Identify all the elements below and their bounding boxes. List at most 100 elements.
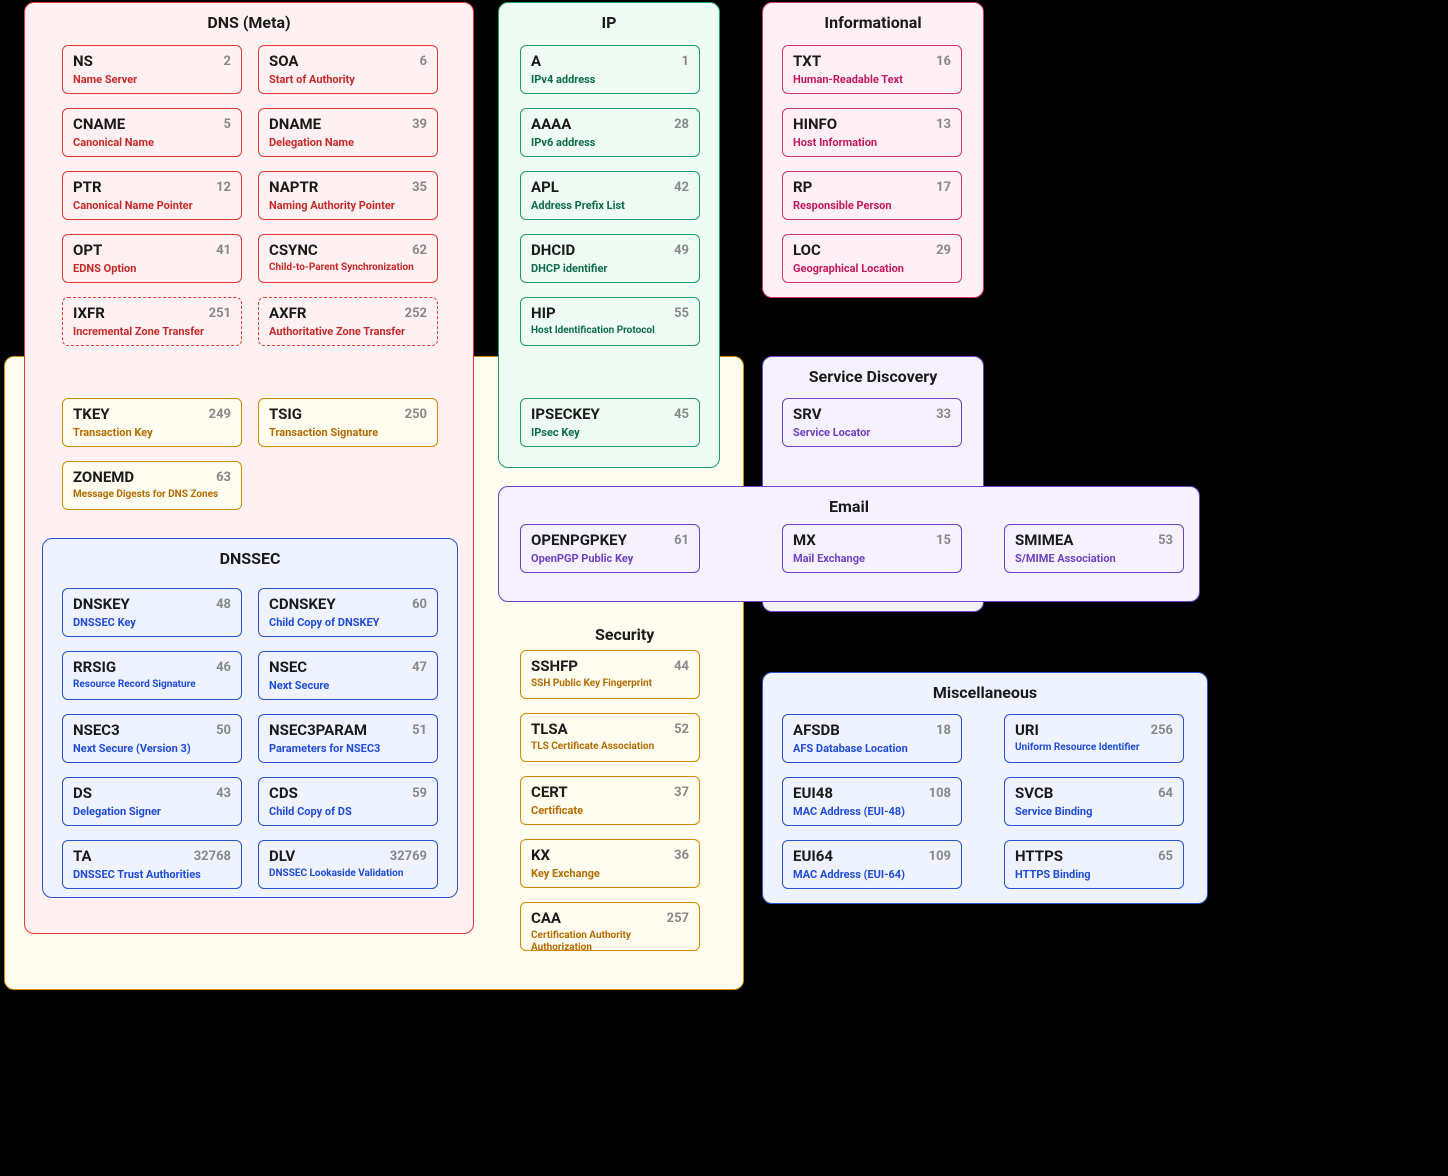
record-cdnskey[interactable]: CDNSKEY60Child Copy of DNSKEY	[258, 588, 438, 637]
record-apl[interactable]: APL42Address Prefix List	[520, 171, 700, 220]
record-axfr[interactable]: AXFR252Authoritative Zone Transfer	[258, 297, 438, 346]
record-desc: HTTPS Binding	[1015, 868, 1173, 881]
record-desc: Resource Record Signature	[73, 679, 231, 691]
record-tlsa[interactable]: TLSA52TLS Certificate Association	[520, 713, 700, 762]
record-id: 65	[1158, 849, 1173, 864]
record-id: 250	[405, 407, 427, 422]
record-id: 63	[216, 470, 231, 485]
record-desc: Child-to-Parent Synchronization	[269, 262, 427, 274]
record-openpgpkey[interactable]: OPENPGPKEY61OpenPGP Public Key	[520, 524, 700, 573]
record-sshfp[interactable]: SSHFP44SSH Public Key Fingerprint	[520, 650, 700, 699]
record-txt[interactable]: TXT16Human-Readable Text	[782, 45, 962, 94]
record-desc: Delegation Name	[269, 136, 427, 149]
record-code: NSEC	[269, 659, 427, 676]
group-title-dnssec: DNSSEC	[43, 539, 457, 568]
record-https[interactable]: HTTPS65HTTPS Binding	[1004, 840, 1184, 889]
record-code: TXT	[793, 53, 951, 70]
record-uri[interactable]: URI256Uniform Resource Identifier	[1004, 714, 1184, 763]
record-csync[interactable]: CSYNC62Child-to-Parent Synchronization	[258, 234, 438, 283]
record-rrsig[interactable]: RRSIG46Resource Record Signature	[62, 651, 242, 700]
record-desc: Child Copy of DNSKEY	[269, 616, 427, 629]
record-desc: Name Server	[73, 73, 231, 86]
record-tsig[interactable]: TSIG250Transaction Signature	[258, 398, 438, 447]
record-desc: SSH Public Key Fingerprint	[531, 678, 689, 690]
record-kx[interactable]: KX36Key Exchange	[520, 839, 700, 888]
record-a[interactable]: A1IPv4 address	[520, 45, 700, 94]
record-desc: S/MIME Association	[1015, 552, 1173, 565]
record-desc: Next Secure	[269, 679, 427, 692]
record-id: 32769	[390, 849, 427, 864]
record-code: OPENPGPKEY	[531, 532, 689, 549]
record-id: 257	[667, 911, 689, 926]
record-desc: Canonical Name	[73, 136, 231, 149]
record-opt[interactable]: OPT41EDNS Option	[62, 234, 242, 283]
group-title-dnsmeta: DNS (Meta)	[25, 3, 473, 32]
record-rp[interactable]: RP17Responsible Person	[782, 171, 962, 220]
record-code: SMIMEA	[1015, 532, 1173, 549]
record-id: 17	[936, 180, 951, 195]
record-desc: Host Identification Protocol	[531, 325, 689, 337]
record-caa[interactable]: CAA257Certification Authority Authorizat…	[520, 902, 700, 951]
record-tkey[interactable]: TKEY249Transaction Key	[62, 398, 242, 447]
record-desc: Canonical Name Pointer	[73, 199, 231, 212]
record-desc: Uniform Resource Identifier	[1015, 742, 1173, 754]
record-eui64[interactable]: EUI64109MAC Address (EUI-64)	[782, 840, 962, 889]
record-ptr[interactable]: PTR12Canonical Name Pointer	[62, 171, 242, 220]
record-desc: Mail Exchange	[793, 552, 951, 565]
record-ixfr[interactable]: IXFR251Incremental Zone Transfer	[62, 297, 242, 346]
record-id: 6	[420, 54, 427, 69]
group-title-email: Email	[499, 487, 1199, 516]
record-code: MX	[793, 532, 951, 549]
record-ns[interactable]: NS2Name Server	[62, 45, 242, 94]
record-hinfo[interactable]: HINFO13Host Information	[782, 108, 962, 157]
record-srv[interactable]: SRV33Service Locator	[782, 398, 962, 447]
record-cds[interactable]: CDS59Child Copy of DS	[258, 777, 438, 826]
record-svcb[interactable]: SVCB64Service Binding	[1004, 777, 1184, 826]
record-code: NAPTR	[269, 179, 427, 196]
record-id: 45	[674, 407, 689, 422]
record-hip[interactable]: HIP55Host Identification Protocol	[520, 297, 700, 346]
record-code: HIP	[531, 305, 689, 322]
record-id: 249	[209, 407, 231, 422]
record-desc: IPsec Key	[531, 426, 689, 439]
record-id: 49	[674, 243, 689, 258]
record-code: RRSIG	[73, 659, 231, 676]
record-desc: MAC Address (EUI-64)	[793, 868, 951, 881]
record-eui48[interactable]: EUI48108MAC Address (EUI-48)	[782, 777, 962, 826]
record-cname[interactable]: CNAME5Canonical Name	[62, 108, 242, 157]
record-desc: EDNS Option	[73, 262, 231, 275]
record-dnskey[interactable]: DNSKEY48DNSSEC Key	[62, 588, 242, 637]
record-ta[interactable]: TA32768DNSSEC Trust Authorities	[62, 840, 242, 889]
record-cert[interactable]: CERT37 Certificate	[520, 776, 700, 825]
record-ds[interactable]: DS43Delegation Signer	[62, 777, 242, 826]
record-soa[interactable]: SOA6Start of Authority	[258, 45, 438, 94]
record-code: NSEC3PARAM	[269, 722, 427, 739]
record-code: DNAME	[269, 116, 427, 133]
record-id: 64	[1158, 786, 1173, 801]
record-zonemd[interactable]: ZONEMD63Message Digests for DNS Zones	[62, 461, 242, 510]
record-nsec[interactable]: NSEC47Next Secure	[258, 651, 438, 700]
record-dlv[interactable]: DLV32769DNSSEC Lookaside Validation	[258, 840, 438, 889]
record-id: 37	[674, 785, 689, 800]
record-aaaa[interactable]: AAAA28IPv6 address	[520, 108, 700, 157]
record-code: CAA	[531, 910, 689, 927]
record-desc: Certificate	[531, 804, 689, 817]
record-code: CERT	[531, 784, 689, 801]
record-desc: Key Exchange	[531, 867, 689, 880]
record-id: 12	[216, 180, 231, 195]
record-nsec3[interactable]: NSEC350Next Secure (Version 3)	[62, 714, 242, 763]
record-loc[interactable]: LOC29Geographical Location	[782, 234, 962, 283]
record-ipseckey[interactable]: IPSECKEY45IPsec Key	[520, 398, 700, 447]
group-title-svc: Service Discovery	[763, 357, 983, 386]
record-code: AFSDB	[793, 722, 951, 739]
record-desc: Authoritative Zone Transfer	[269, 325, 427, 338]
record-mx[interactable]: MX15Mail Exchange	[782, 524, 962, 573]
record-dname[interactable]: DNAME39Delegation Name	[258, 108, 438, 157]
record-dhcid[interactable]: DHCID49DHCP identifier	[520, 234, 700, 283]
record-code: DHCID	[531, 242, 689, 259]
record-id: 252	[405, 306, 427, 321]
record-smimea[interactable]: SMIMEA53S/MIME Association	[1004, 524, 1184, 573]
record-naptr[interactable]: NAPTR35Naming Authority Pointer	[258, 171, 438, 220]
record-afsdb[interactable]: AFSDB18AFS Database Location	[782, 714, 962, 763]
record-nsec3param[interactable]: NSEC3PARAM51Parameters for NSEC3	[258, 714, 438, 763]
